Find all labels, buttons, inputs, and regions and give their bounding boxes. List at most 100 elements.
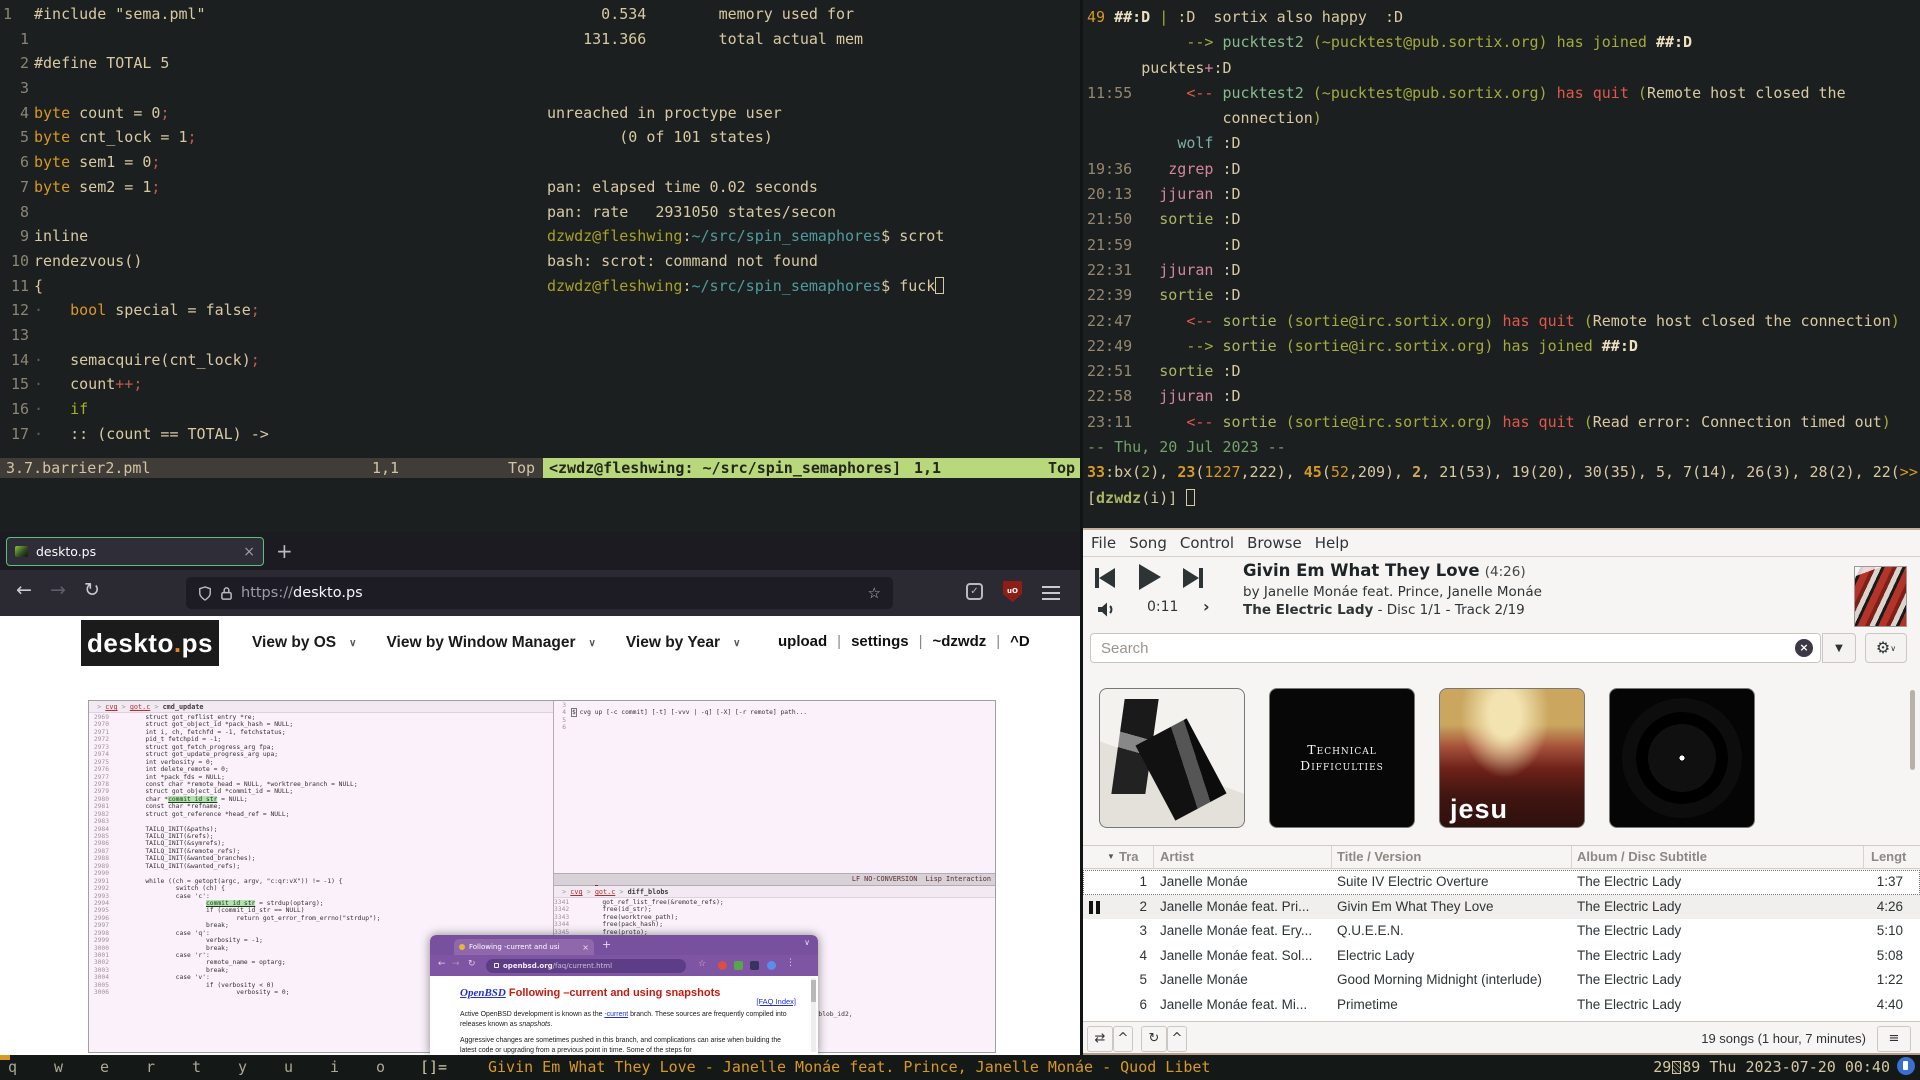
search-input[interactable]	[1090, 633, 1821, 663]
back-icon[interactable]: ←	[438, 959, 446, 969]
sort-icon[interactable]: ▼	[1107, 846, 1115, 868]
back-icon[interactable]: ←	[16, 579, 32, 601]
ublock-icon[interactable]: uO	[1003, 581, 1022, 602]
vim-terminal-pane: 0.534 memory used for 131.366 total actu…	[543, 2, 1080, 458]
column-title[interactable]: Title / Version	[1337, 846, 1421, 868]
shuffle-expand-button[interactable]: ^	[1113, 1026, 1133, 1052]
shield-icon[interactable]	[198, 586, 212, 601]
extension-badge-icon[interactable]: ✓	[966, 583, 983, 600]
column-artist[interactable]: Artist	[1160, 846, 1194, 868]
workspace-button[interactable]: y	[238, 1058, 247, 1076]
cell-title: Electric Lady	[1337, 944, 1573, 969]
page-link[interactable]: ^D	[1010, 633, 1030, 650]
lock-icon[interactable]	[220, 586, 233, 601]
next-button[interactable]	[1183, 568, 1203, 588]
menu-item-browse[interactable]: Browse	[1247, 534, 1302, 552]
chrome-tab[interactable]: Following -current and usi ×	[454, 939, 594, 955]
extension-icon[interactable]	[718, 961, 727, 970]
new-tab-button[interactable]: +	[276, 537, 293, 565]
tab-strip: deskto.ps × +	[0, 532, 1080, 570]
line-number: 9	[0, 224, 34, 249]
shuffle-button[interactable]: ⇄	[1087, 1026, 1113, 1052]
album-cover[interactable]	[1609, 688, 1755, 828]
browser-tab[interactable]: deskto.ps ×	[6, 537, 264, 566]
tray-icon[interactable]	[1897, 1057, 1915, 1075]
bookmark-star-icon[interactable]: ☆	[698, 959, 706, 969]
extension-icon[interactable]	[734, 961, 743, 970]
repeat-button[interactable]: ↻	[1141, 1026, 1167, 1052]
statusline-position: 1,1	[372, 458, 399, 478]
cell-length: 4:26	[1827, 895, 1903, 920]
tab-close-icon[interactable]: ×	[243, 544, 255, 560]
editor-line: 8	[0, 200, 543, 225]
nav-item[interactable]: View by Window Manager∨	[386, 634, 595, 652]
workspace-button[interactable]: w	[54, 1058, 63, 1076]
workspace-button[interactable]: t	[192, 1058, 201, 1076]
code-line: 2972 pid_t fetchpid = -1;	[89, 736, 553, 743]
page-nav: View by OS∨ View by Window Manager∨ View b…	[252, 616, 740, 670]
chrome-url-bar[interactable]: openbsd.org/faq/current.html	[486, 959, 686, 973]
expand-chevron-icon[interactable]: ›	[1203, 597, 1210, 616]
table-row[interactable]: 1Janelle MonáeSuite IV Electric Overture…	[1083, 870, 1920, 895]
workspace-button[interactable]: u	[284, 1058, 293, 1076]
page-link[interactable]: upload	[778, 633, 827, 650]
bookmark-star-icon[interactable]: ☆	[868, 584, 881, 602]
forward-icon[interactable]: →	[452, 959, 460, 969]
search-dropdown-button[interactable]: ▼	[1822, 633, 1856, 663]
table-row[interactable]: 4Janelle Monáe feat. Sol...Electric Lady…	[1083, 944, 1920, 969]
column-track[interactable]: Tra	[1119, 846, 1139, 868]
editor-line: 16· if	[0, 397, 543, 422]
album-cover[interactable]	[1099, 688, 1245, 828]
menu-item-control[interactable]: Control	[1180, 534, 1234, 552]
window-caret-icon[interactable]: ∨	[804, 938, 810, 947]
page-link[interactable]: settings	[851, 633, 909, 650]
favicon-icon	[459, 944, 465, 950]
clear-search-icon[interactable]: ×	[1795, 639, 1813, 657]
nav-item[interactable]: View by Year∨	[626, 634, 741, 652]
column-album[interactable]: Album / Disc Subtitle	[1577, 846, 1707, 868]
profile-icon[interactable]	[767, 961, 776, 970]
workspace-button[interactable]: o	[376, 1058, 385, 1076]
column-length[interactable]: Lengt	[1871, 846, 1906, 868]
nav-item[interactable]: View by OS∨	[252, 634, 356, 652]
menu-item-file[interactable]: File	[1091, 534, 1116, 552]
site-logo[interactable]: deskto.ps	[81, 620, 219, 666]
forward-icon[interactable]: →	[50, 579, 66, 601]
chrome-menu-icon[interactable]: ⋮	[786, 958, 795, 968]
page-link[interactable]: ~dzwdz	[933, 633, 987, 650]
line-number: 2981	[89, 803, 115, 810]
hamburger-menu-icon[interactable]	[1042, 586, 1060, 588]
table-row[interactable]: 2Janelle Monáe feat. Pri...Givin Em What…	[1083, 895, 1920, 920]
workspace-button[interactable]: e	[100, 1058, 109, 1076]
line-number: 3002	[89, 959, 115, 966]
extension-icon[interactable]	[750, 961, 759, 970]
scrollbar[interactable]	[1910, 690, 1915, 770]
table-row[interactable]: 5Janelle MonáeGood Morning Midnight (int…	[1083, 968, 1920, 993]
url-bar[interactable]: https:// deskto.ps ☆	[186, 577, 893, 609]
volume-icon[interactable]	[1097, 601, 1119, 618]
menu-item-help[interactable]: Help	[1315, 534, 1349, 552]
workspace-button[interactable]: q	[8, 1058, 17, 1076]
queue-button[interactable]: ≡	[1877, 1026, 1911, 1052]
workspace-button[interactable]: r	[146, 1058, 155, 1076]
tab-close-icon[interactable]: ×	[582, 943, 589, 952]
code-line: 3341 got_ref_list_free(&remote_refs);	[554, 899, 996, 906]
play-button[interactable]	[1139, 564, 1161, 590]
reload-icon[interactable]: ↻	[468, 959, 476, 969]
album-art[interactable]	[1854, 566, 1907, 627]
menu-item-song[interactable]: Song	[1129, 534, 1167, 552]
openbsd-link[interactable]: OpenBSD	[460, 987, 506, 999]
table-row[interactable]: 3Janelle Monáe feat. Ery...Q.U.E.E.N.The…	[1083, 919, 1920, 944]
table-row[interactable]: 6Janelle Monáe feat. Mi...PrimetimeThe E…	[1083, 993, 1920, 1018]
new-tab-icon[interactable]: +	[602, 938, 611, 951]
previous-button[interactable]	[1095, 568, 1115, 588]
album-cover[interactable]: jesu	[1439, 688, 1585, 828]
album-cover[interactable]: Technical Difficulties	[1269, 688, 1415, 828]
workspace-button[interactable]: i	[330, 1058, 339, 1076]
tab-title: deskto.ps	[36, 544, 243, 559]
repeat-expand-button[interactable]: ^	[1167, 1026, 1187, 1052]
scrollbar[interactable]	[811, 978, 816, 1052]
faq-index-link[interactable]: [FAQ Index]	[756, 997, 796, 1006]
settings-button[interactable]: ⚙∨	[1865, 633, 1907, 663]
reload-icon[interactable]: ↻	[84, 579, 100, 601]
